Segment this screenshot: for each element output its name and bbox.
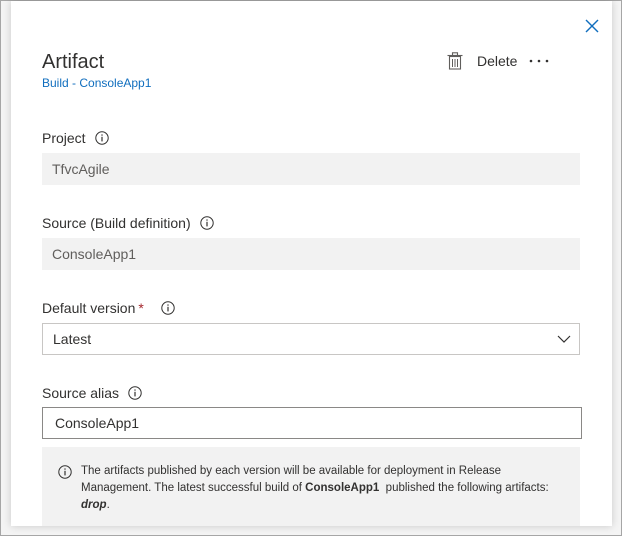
source-alias-label: Source alias (42, 385, 120, 401)
trash-icon (447, 52, 463, 70)
source-label: Source (Build definition) (42, 215, 191, 231)
default-version-dropdown[interactable]: Latest (42, 323, 580, 355)
required-asterisk: * (138, 300, 144, 316)
chevron-down-icon (557, 335, 571, 343)
default-version-value: Latest (53, 331, 92, 347)
delete-button[interactable]: Delete (447, 51, 517, 71)
project-field: TfvcAgile (42, 153, 580, 185)
project-label-row: Project (42, 129, 109, 147)
notice-artifact-name: drop (81, 499, 107, 511)
info-icon (58, 465, 72, 479)
source-alias-label-row: Source alias (42, 384, 142, 402)
artifact-info-notice: The artifacts published by each version … (42, 447, 580, 526)
default-version-label: Default version (42, 300, 136, 316)
delete-label: Delete (477, 53, 518, 69)
notice-build-name: ConsoleApp1 (305, 482, 380, 494)
source-field: ConsoleApp1 (42, 238, 580, 270)
notice-text-part: published the following artifacts: (379, 482, 552, 494)
more-icon[interactable] (528, 51, 550, 71)
notice-text: The artifacts published by each version … (81, 463, 551, 514)
default-version-label-row: Default version * (42, 299, 175, 317)
project-label: Project (42, 130, 86, 146)
info-icon[interactable] (161, 301, 175, 315)
dialog-frame: Artifact Build - ConsoleApp1 Delete Proj… (0, 0, 622, 536)
panel-title: Artifact (42, 51, 105, 73)
artifact-panel: Artifact Build - ConsoleApp1 Delete Proj… (11, 1, 612, 526)
info-icon[interactable] (128, 386, 142, 400)
info-icon[interactable] (199, 216, 214, 230)
notice-text-part: . (106, 499, 110, 511)
source-alias-input[interactable]: ConsoleApp1 (42, 407, 582, 439)
artifact-source-link[interactable]: Build - ConsoleApp1 (42, 76, 151, 90)
source-label-row: Source (Build definition) (42, 214, 214, 232)
close-icon[interactable] (582, 16, 602, 36)
info-icon[interactable] (94, 131, 109, 145)
